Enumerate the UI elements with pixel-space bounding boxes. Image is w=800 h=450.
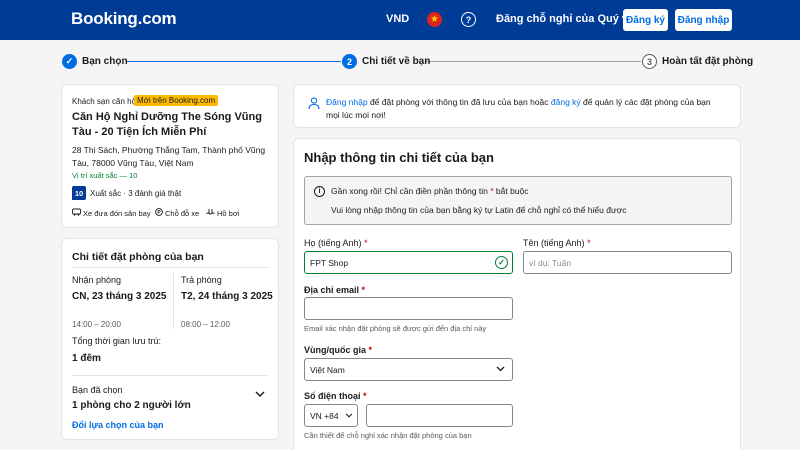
step-line-upcoming <box>425 61 641 62</box>
amenity-pool: Hồ bơi <box>206 208 239 218</box>
checkout-date: T2, 24 tháng 3 2025 <box>181 291 273 302</box>
review-score-text: Xuất sắc · 3 đánh giá thật <box>90 189 182 198</box>
required-star: * <box>361 285 366 295</box>
review-score-badge: 10 <box>72 186 86 200</box>
phone-label: Số điện thoại * <box>304 391 367 401</box>
divider <box>72 375 268 376</box>
phone-input[interactable] <box>366 404 513 427</box>
required-star: * <box>368 345 373 355</box>
hotel-address: 28 Thi Sách, Phường Thắng Tam, Thành phố… <box>72 145 266 168</box>
step-1-label: Bạn chọn <box>82 56 128 67</box>
signin-text-1: để đặt phòng với thông tin đã lưu của bạ… <box>367 97 551 107</box>
step-2-number: 2 <box>342 54 357 69</box>
shuttle-icon <box>72 208 81 218</box>
register-button[interactable]: Đăng ký <box>623 9 668 31</box>
select-value: Việt Nam <box>310 364 345 375</box>
label-text: Họ (tiếng Anh) <box>304 238 362 248</box>
country-label: Vùng/quốc gia * <box>304 345 372 355</box>
last-name-input[interactable]: FPT Shop ✓ <box>304 251 513 274</box>
booking-logo[interactable]: Booking.com <box>71 9 177 29</box>
select-value: VN +84 <box>310 410 339 421</box>
checkout-label: Trả phòng <box>181 275 222 285</box>
country-select[interactable]: Việt Nam <box>304 358 513 381</box>
form-title: Nhập thông tin chi tiết của bạn <box>304 150 494 165</box>
chevron-down-icon[interactable] <box>255 390 265 401</box>
step-1-check-icon: ✓ <box>62 54 77 69</box>
new-on-booking-badge: Mới trên Booking.com <box>134 95 219 106</box>
check-icon: ✓ <box>495 256 508 269</box>
required-star: * <box>363 391 367 401</box>
info-line-2: Vui lòng nhập thông tin của bạn bằng ký … <box>331 205 627 215</box>
step-2-label: Chi tiết về bạn <box>362 56 431 67</box>
label-text: Địa chỉ email <box>304 285 360 295</box>
first-name-input[interactable]: ví dụ: Tuấn <box>523 251 732 274</box>
email-hint: Email xác nhận đặt phòng sẽ được gửi đến… <box>304 324 487 333</box>
register-link[interactable]: đăng ký <box>551 97 581 107</box>
amenity-label: Hồ bơi <box>217 208 240 218</box>
change-selection-link[interactable]: Đổi lựa chọn của bạn <box>72 420 164 430</box>
label-text: Tên (tiếng Anh) <box>523 238 585 248</box>
step-line-completed <box>127 61 341 62</box>
info-text: bắt buộc <box>493 186 529 196</box>
vietnam-flag-icon[interactable]: ★ <box>427 12 442 27</box>
required-star: * <box>364 238 368 248</box>
signin-prompt-text: Đăng nhập để đặt phòng với thông tin đã … <box>326 96 726 121</box>
top-header: Booking.com VND ★ ? Đăng chỗ nghỉ của Qu… <box>0 0 800 40</box>
input-value: FPT Shop <box>310 257 349 268</box>
label-text: Số điện thoại <box>304 391 361 401</box>
amenity-parking: P Chỗ đỗ xe <box>155 208 199 218</box>
stay-duration-value: 1 đêm <box>72 353 101 364</box>
signin-link[interactable]: Đăng nhập <box>326 97 368 107</box>
first-name-label: Tên (tiếng Anh) * <box>523 238 591 248</box>
amenity-shuttle: Xe đưa đón sân bay <box>72 208 151 218</box>
info-line-1: Gần xong rồi! Chỉ cần điền phần thông ti… <box>331 186 529 196</box>
hotel-name: Căn Hộ Nghỉ Dưỡng The Sóng Vũng Tàu - 20… <box>72 111 262 138</box>
info-text: Gần xong rồi! Chỉ cần điền phần thông ti… <box>331 186 491 196</box>
login-button[interactable]: Đăng nhập <box>675 9 732 31</box>
label-text: Vùng/quốc gia <box>304 345 366 355</box>
user-icon <box>307 96 321 110</box>
pool-icon <box>206 208 215 218</box>
checkin-label: Nhận phòng <box>72 275 122 285</box>
property-type: Khách sạn căn hộ <box>72 97 137 106</box>
list-property-link[interactable]: Đăng chỗ nghỉ của Quý vị <box>496 13 631 25</box>
parking-icon: P <box>155 208 163 218</box>
required-star: * <box>587 238 591 248</box>
vertical-divider <box>173 273 174 329</box>
input-placeholder: ví dụ: Tuấn <box>529 257 572 268</box>
divider <box>72 267 268 268</box>
phone-country-code-select[interactable]: VN +84 <box>304 404 358 427</box>
checkin-time: 14:00 – 20:00 <box>72 320 121 329</box>
amenity-label: Chỗ đỗ xe <box>165 208 200 218</box>
selected-label: Bạn đã chọn <box>72 385 123 395</box>
selected-rooms: 1 phòng cho 2 người lớn <box>72 400 191 411</box>
last-name-label: Họ (tiếng Anh) * <box>304 238 368 248</box>
info-icon: i <box>314 186 325 197</box>
phone-hint: Cần thiết để chỗ nghỉ xác nhận đặt phòng… <box>304 431 472 440</box>
step-3-label: Hoàn tất đặt phòng <box>662 56 754 67</box>
amenity-label: Xe đưa đón sân bay <box>83 208 151 218</box>
checkin-date: CN, 23 tháng 3 2025 <box>72 291 167 302</box>
required-info-box <box>304 176 732 225</box>
stay-duration-label: Tổng thời gian lưu trú: <box>72 336 161 346</box>
location-score: Vị trí xuất sắc — 10 <box>72 171 138 180</box>
email-label: Địa chỉ email * <box>304 285 365 295</box>
chevron-down-icon <box>345 410 353 420</box>
email-input[interactable] <box>304 297 513 320</box>
step-3-number: 3 <box>642 54 657 69</box>
booking-details-title: Chi tiết đặt phòng của bạn <box>72 251 204 263</box>
question-icon[interactable]: ? <box>461 12 476 27</box>
currency-selector[interactable]: VND <box>386 13 409 25</box>
checkout-time: 08:00 – 12:00 <box>181 320 230 329</box>
chevron-down-icon <box>496 364 505 374</box>
